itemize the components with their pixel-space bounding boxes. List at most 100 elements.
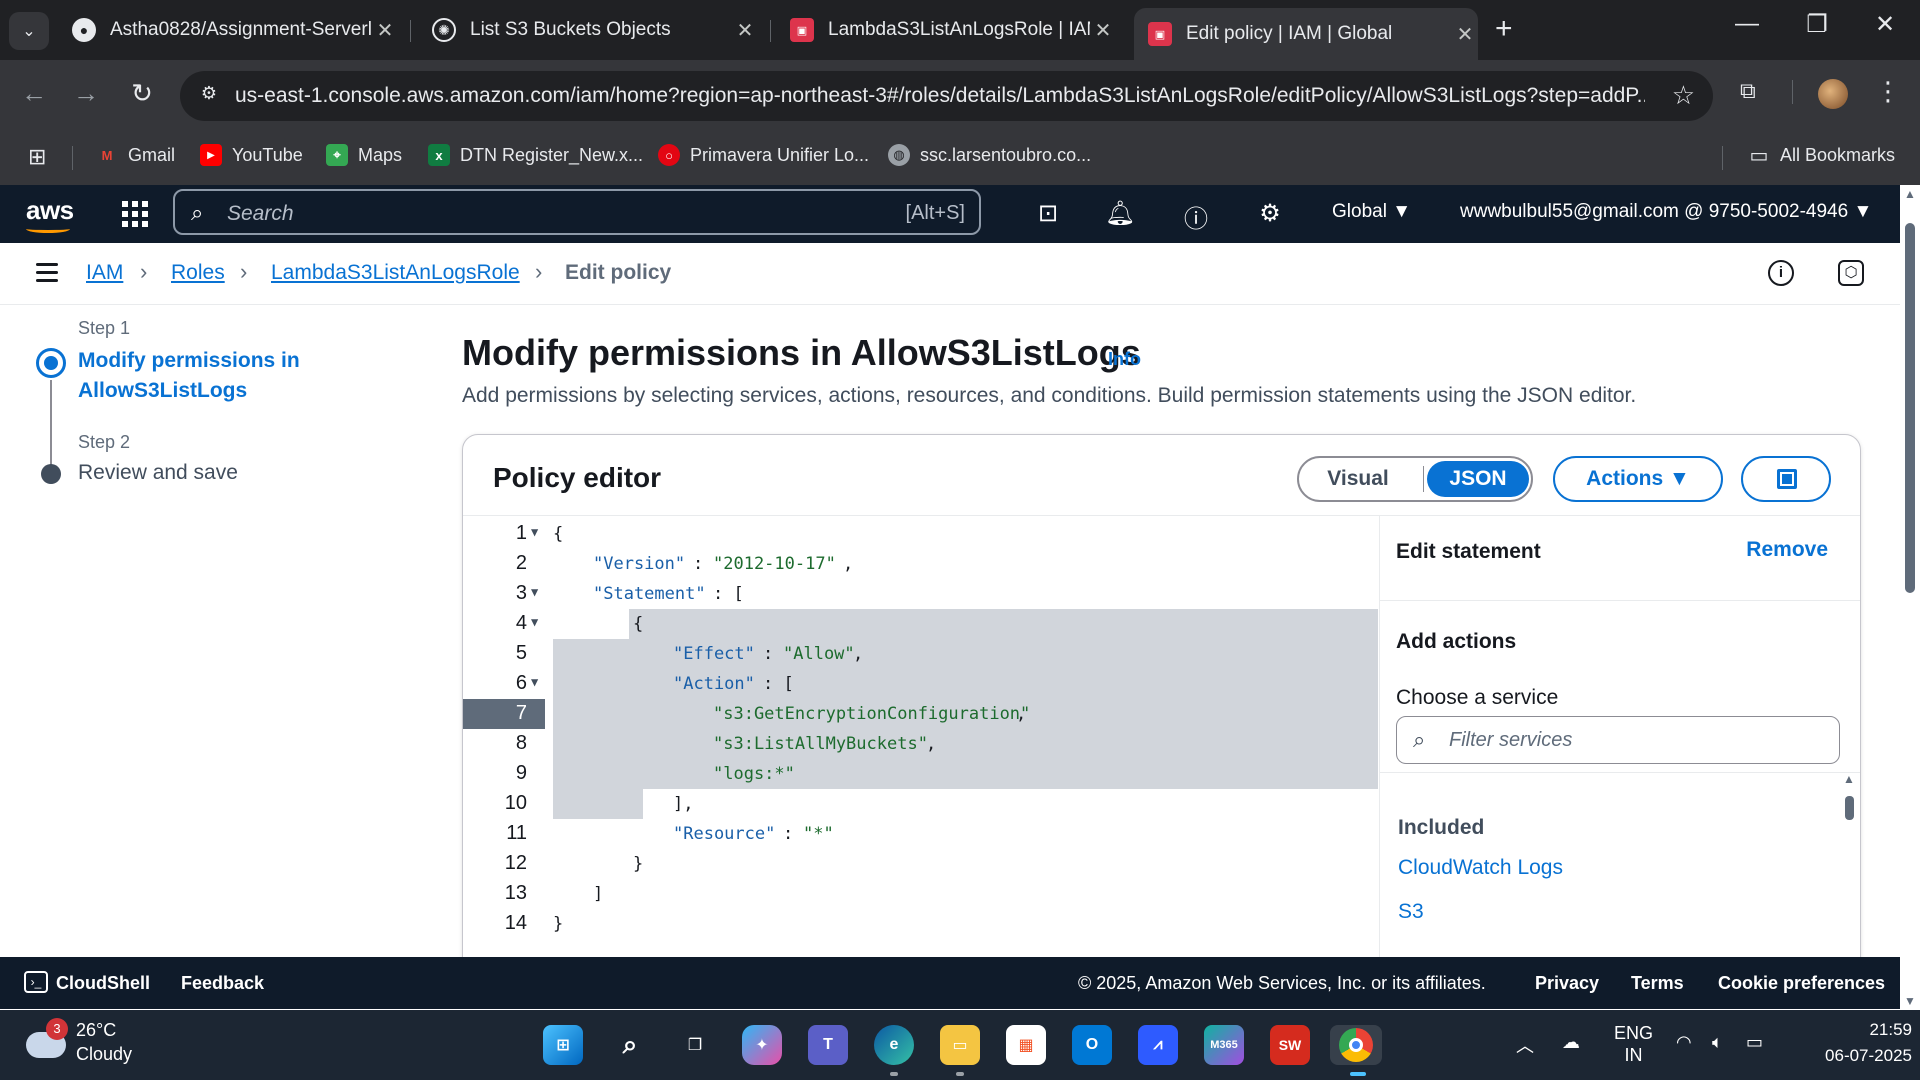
page-scrollbar[interactable]: ▲ ▼ — [1900, 185, 1920, 1010]
actions-dropdown-button[interactable]: Actions ▼ — [1553, 456, 1723, 502]
scrollbar-thumb[interactable] — [1905, 223, 1915, 593]
browser-tab-iam-role[interactable]: ▣ LambdaS3ListAnLogsRole | IAM ✕ — [776, 8, 1116, 52]
address-bar[interactable]: ⚙ us-east-1.console.aws.amazon.com/iam/h… — [180, 71, 1713, 121]
scroll-up-icon[interactable]: ▲ — [1842, 772, 1856, 786]
breadcrumb-role-name[interactable]: LambdaS3ListAnLogsRole — [271, 261, 520, 285]
microsoft-store-icon[interactable]: ▦ — [1006, 1025, 1046, 1065]
aws-logo[interactable]: aws — [26, 195, 74, 226]
browser-tab-github[interactable]: ● Astha0828/Assignment-Serverle ✕ — [58, 8, 398, 52]
bookmark-dtn-register[interactable]: x DTN Register_New.x... — [428, 144, 643, 166]
side-nav-toggle-icon[interactable] — [36, 263, 58, 287]
json-mode-button[interactable]: JSON — [1427, 461, 1529, 497]
security-hub-icon[interactable]: ⬡ — [1838, 260, 1864, 286]
cookie-preferences-link[interactable]: Cookie preferences — [1718, 973, 1885, 994]
feedback-link[interactable]: Feedback — [181, 973, 264, 994]
toggle-side-panel-button[interactable] — [1741, 456, 1831, 502]
privacy-link[interactable]: Privacy — [1535, 973, 1599, 994]
aws-search-input[interactable]: ⌕ Search [Alt+S] — [173, 189, 981, 235]
code-line: 3 ▼ "Statement" : [ — [463, 579, 1378, 609]
outlook-icon[interactable]: O — [1072, 1025, 1112, 1065]
close-window-button[interactable]: ✕ — [1860, 10, 1910, 39]
cloudshell-link[interactable]: CloudShell — [56, 973, 150, 994]
info-link[interactable]: Info — [1108, 349, 1141, 370]
m365-icon[interactable]: M365 — [1204, 1025, 1244, 1065]
fold-arrow-icon[interactable]: ▼ — [531, 615, 538, 629]
browser-tab-chatgpt[interactable]: ✺ List S3 Buckets Objects ✕ — [418, 8, 758, 52]
forward-button[interactable]: → — [68, 78, 104, 109]
clock-date: 06-07-2025 — [1825, 1046, 1912, 1065]
info-panel-icon[interactable]: i — [1768, 260, 1794, 286]
region-selector[interactable]: Global ▼ — [1332, 201, 1411, 223]
battery-icon[interactable]: ▭ — [1746, 1032, 1763, 1053]
visual-mode-button[interactable]: Visual — [1299, 458, 1417, 500]
bookmark-star-icon[interactable]: ☆ — [1672, 80, 1695, 111]
solidworks-icon[interactable]: SW — [1270, 1025, 1310, 1065]
file-explorer-icon[interactable]: ▭ — [940, 1025, 980, 1065]
apps-grid-icon[interactable]: ⊞ — [28, 144, 46, 170]
bookmark-youtube[interactable]: ▶ YouTube — [200, 144, 303, 166]
chrome-taskbar-button[interactable] — [1330, 1025, 1382, 1065]
all-bookmarks[interactable]: ▭ All Bookmarks — [1748, 144, 1895, 167]
onedrive-icon[interactable]: ☁ — [1562, 1032, 1580, 1053]
site-info-icon[interactable]: ⚙ — [196, 83, 222, 109]
back-button[interactable]: ← — [16, 78, 52, 109]
filter-services-input[interactable]: ⌕ Filter services — [1396, 716, 1840, 764]
teams-icon[interactable]: T — [808, 1025, 848, 1065]
scrollbar-thumb[interactable] — [1845, 796, 1854, 820]
scroll-down-icon[interactable]: ▼ — [1904, 994, 1916, 1008]
copilot-icon[interactable]: ✦ — [742, 1025, 782, 1065]
close-tab-icon[interactable]: ✕ — [732, 18, 758, 43]
services-menu-icon[interactable] — [122, 201, 148, 227]
policy-editor-card: Policy editor Visual JSON Actions ▼ 1 ▼ … — [462, 434, 1861, 994]
url-text[interactable]: us-east-1.console.aws.amazon.com/iam/hom… — [235, 84, 1645, 108]
browser-tab-edit-policy[interactable]: ▣ Edit policy | IAM | Global ✕ — [1134, 8, 1478, 60]
notifications-bell-icon[interactable]: 🔔︎ — [1104, 199, 1136, 228]
weather-temperature[interactable]: 26°C — [76, 1020, 116, 1041]
fold-arrow-icon[interactable]: ▼ — [531, 525, 538, 539]
restore-button[interactable]: ❐ — [1792, 10, 1842, 39]
search-icon[interactable]: ⌕ — [610, 1025, 650, 1065]
bookmark-maps[interactable]: ⌖ Maps — [326, 144, 402, 166]
profile-avatar[interactable] — [1818, 79, 1848, 109]
new-tab-button[interactable]: + — [1495, 12, 1513, 46]
more-menu-icon[interactable]: ⋮ — [1875, 76, 1901, 107]
scroll-up-icon[interactable]: ▲ — [1904, 187, 1916, 201]
task-view-icon[interactable]: ❐ — [675, 1025, 715, 1065]
page-title: Modify permissions in AllowS3ListLogs — [462, 332, 1141, 373]
breadcrumb-iam[interactable]: IAM — [86, 261, 123, 285]
help-icon[interactable]: ⓘ — [1180, 199, 1212, 234]
fold-arrow-icon[interactable]: ▼ — [531, 675, 538, 689]
system-clock[interactable]: 21:59 06-07-2025 — [1825, 1020, 1912, 1066]
wifi-icon[interactable]: ◠ — [1676, 1032, 1692, 1053]
code-text: { — [633, 614, 644, 634]
bookmark-gmail[interactable]: M Gmail — [96, 144, 175, 166]
minimize-button[interactable]: — — [1722, 10, 1772, 38]
windows-start-icon[interactable]: ⊞ — [543, 1025, 583, 1065]
power-automate-icon[interactable]: ⩘ — [1138, 1025, 1178, 1065]
bookmark-ssc[interactable]: ◍ ssc.larsentoubro.co... — [888, 144, 1091, 166]
close-tab-icon[interactable]: ✕ — [1090, 18, 1116, 43]
breadcrumb-roles[interactable]: Roles — [171, 261, 225, 285]
account-menu[interactable]: wwwbulbul55@gmail.com @ 9750-5002-4946 ▼ — [1460, 201, 1872, 223]
close-tab-icon[interactable]: ✕ — [372, 18, 398, 43]
remove-statement-button[interactable]: Remove — [1746, 538, 1828, 562]
close-tab-icon[interactable]: ✕ — [1452, 22, 1478, 47]
language-indicator[interactable]: ENG IN — [1614, 1022, 1653, 1066]
settings-gear-icon[interactable]: ⚙ — [1254, 199, 1286, 228]
weather-condition[interactable]: Cloudy — [76, 1044, 132, 1065]
volume-icon[interactable]: 🔈︎ — [1712, 1032, 1723, 1053]
step1-title[interactable]: Modify permissions in AllowS3ListLogs — [78, 346, 338, 406]
fold-arrow-icon[interactable]: ▼ — [531, 585, 538, 599]
bookmark-primavera[interactable]: ○ Primavera Unifier Lo... — [658, 144, 869, 166]
cloudshell-icon[interactable]: ⊡ — [1032, 199, 1064, 228]
edge-icon[interactable]: e — [874, 1025, 914, 1065]
reload-button[interactable]: ↻ — [124, 78, 160, 109]
extensions-icon[interactable]: ⧉ — [1740, 78, 1756, 104]
terms-link[interactable]: Terms — [1631, 973, 1684, 994]
show-hidden-icons[interactable]: ︿ — [1516, 1032, 1534, 1058]
folder-icon: ▭ — [1749, 144, 1769, 167]
service-link-s3[interactable]: S3 — [1398, 900, 1424, 924]
tab-search-button[interactable]: ⌄ — [9, 12, 49, 50]
service-link-cloudwatch-logs[interactable]: CloudWatch Logs — [1398, 856, 1563, 880]
json-code-editor[interactable]: 1 ▼ { 2 "Version" : "2012-10-17" , 3 ▼ "… — [463, 516, 1378, 993]
